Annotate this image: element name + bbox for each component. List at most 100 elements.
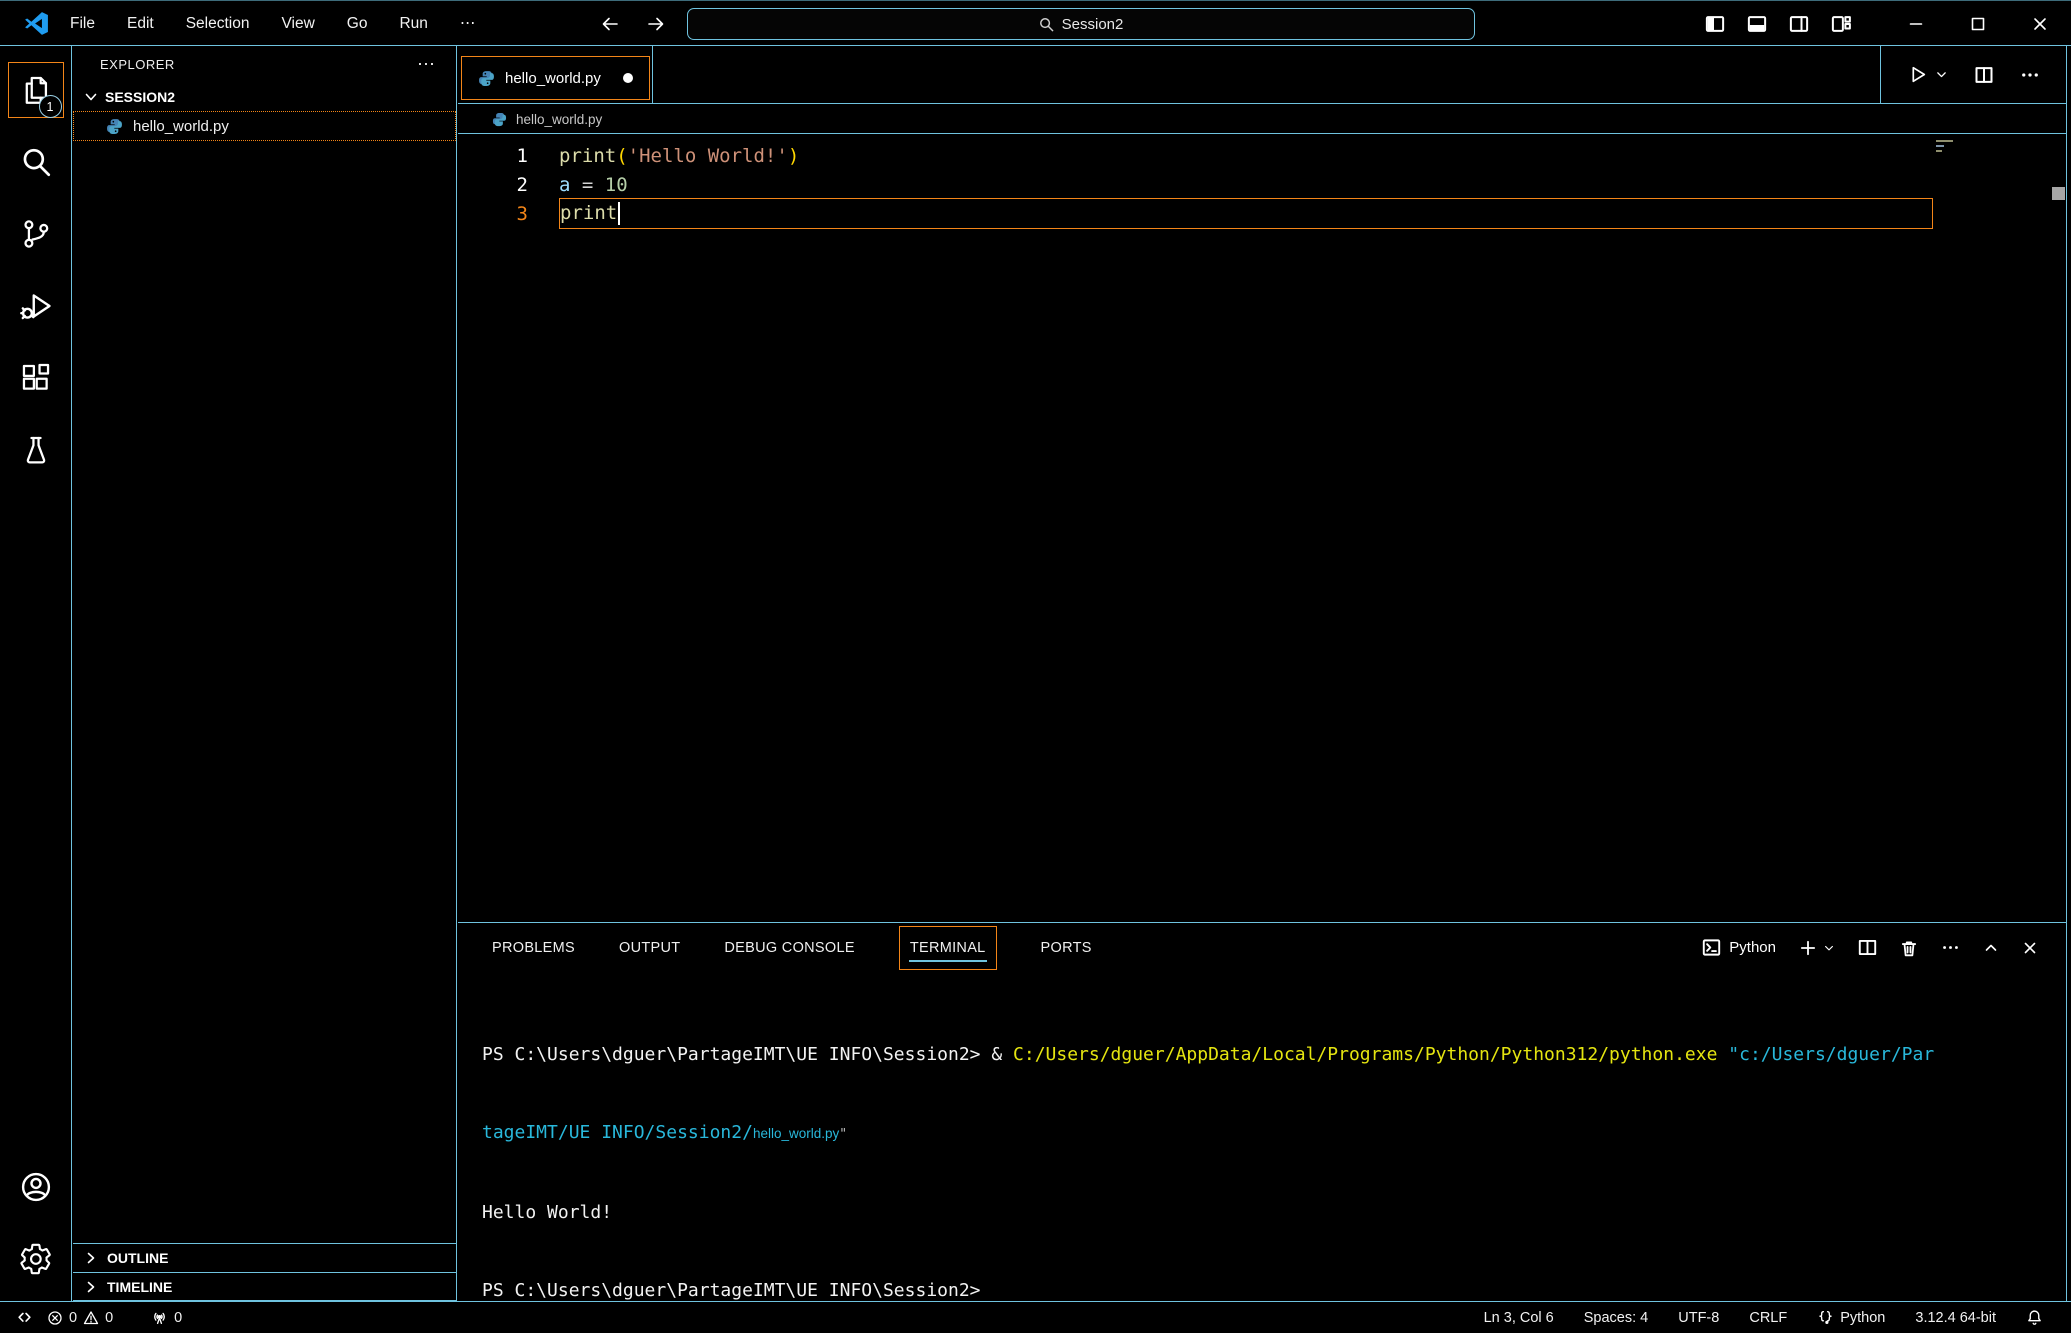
file-row-hello-world[interactable]: hello_world.py xyxy=(73,111,456,141)
code-text: a = 10 xyxy=(559,174,628,196)
forward-arrow-icon[interactable] xyxy=(646,14,666,34)
search-icon xyxy=(1039,17,1054,32)
text-segment: "c:/Users/dguer/Par xyxy=(1728,1044,1934,1065)
settings-button[interactable] xyxy=(8,1231,64,1287)
activity-search-button[interactable] xyxy=(8,134,64,190)
run-button[interactable] xyxy=(1907,64,1948,85)
code-line-3-current: 3 print xyxy=(458,199,2066,228)
toggle-panel-icon[interactable] xyxy=(1747,14,1767,34)
maximize-panel-icon[interactable] xyxy=(1983,940,1999,956)
modified-dot-icon[interactable] xyxy=(623,73,633,83)
cursor-position[interactable]: Ln 3, Col 6 xyxy=(1484,1310,1554,1326)
chevron-right-icon xyxy=(83,1279,99,1295)
toggle-secondary-sidebar-icon[interactable] xyxy=(1789,14,1809,34)
text-segment: ( xyxy=(616,145,627,167)
terminal-line: tageIMT/UE INFO/Session2/hello_world.py" xyxy=(482,1120,2066,1148)
explorer-header: EXPLORER ⋯ xyxy=(73,46,456,82)
tab-output[interactable]: OUTPUT xyxy=(619,923,680,972)
menu-file[interactable]: File xyxy=(70,15,95,33)
text-segment: PS C:\Users\dguer\PartageIMT\UE INFO\Ses… xyxy=(482,1280,981,1301)
shell-label-text: Python xyxy=(1729,939,1776,956)
title-bar: File Edit Selection View Go Run ⋯ Sessio… xyxy=(0,0,2071,46)
text-segment: print xyxy=(560,202,617,224)
problems-indicator[interactable]: 0 0 xyxy=(47,1310,113,1326)
activity-source-control-button[interactable] xyxy=(8,206,64,262)
activity-run-debug-button[interactable] xyxy=(8,278,64,334)
text-segment: 'Hello World!' xyxy=(628,145,788,167)
terminal-icon xyxy=(1702,938,1721,957)
tab-problems[interactable]: PROBLEMS xyxy=(492,923,575,972)
terminal-line: Hello World! xyxy=(482,1200,2066,1226)
panel-more-actions-icon[interactable] xyxy=(1941,938,1960,957)
language-label: Python xyxy=(1840,1310,1885,1326)
activity-testing-button[interactable] xyxy=(8,422,64,478)
command-center-search[interactable]: Session2 xyxy=(687,8,1475,40)
timeline-section-header[interactable]: TIMELINE xyxy=(73,1272,456,1301)
timeline-label: TIMELINE xyxy=(107,1279,172,1295)
notifications-bell-icon[interactable] xyxy=(2026,1309,2043,1326)
text-segment: PS C:\Users\dguer\PartageIMT\UE INFO\Ses… xyxy=(482,1044,1013,1065)
eol-setting[interactable]: CRLF xyxy=(1749,1310,1787,1326)
terminal-shell-selector[interactable]: Python xyxy=(1702,938,1776,957)
editor-actions xyxy=(1880,46,2066,103)
explorer-title: EXPLORER xyxy=(100,57,175,72)
bottom-panel: PROBLEMS OUTPUT DEBUG CONSOLE TERMINAL P… xyxy=(458,922,2066,1301)
close-panel-icon[interactable] xyxy=(2022,940,2038,956)
activity-extensions-button[interactable] xyxy=(8,350,64,406)
tab-terminal[interactable]: TERMINAL xyxy=(899,926,997,970)
python-file-icon xyxy=(478,70,495,87)
menu-view[interactable]: View xyxy=(281,15,314,33)
outline-label: OUTLINE xyxy=(107,1250,168,1266)
python-interpreter[interactable]: 3.12.4 64-bit xyxy=(1915,1310,1996,1326)
language-mode[interactable]: Python xyxy=(1817,1309,1885,1326)
indentation-setting[interactable]: Spaces: 4 xyxy=(1584,1310,1649,1326)
source-control-icon xyxy=(19,217,53,251)
folder-row-session2[interactable]: SESSION2 xyxy=(73,82,456,111)
menu-selection[interactable]: Selection xyxy=(186,15,250,33)
close-button[interactable] xyxy=(2009,1,2071,46)
back-arrow-icon[interactable] xyxy=(600,14,620,34)
menu-go[interactable]: Go xyxy=(347,15,368,33)
breadcrumb-item-file[interactable]: hello_world.py xyxy=(516,112,602,127)
kill-terminal-trash-icon[interactable] xyxy=(1900,939,1918,957)
explorer-sidebar: EXPLORER ⋯ SESSION2 hello_world.py OUTLI… xyxy=(73,46,457,1301)
activity-explorer-button[interactable]: 1 xyxy=(8,62,64,118)
text-segment: 10 xyxy=(605,174,628,196)
encoding-setting[interactable]: UTF-8 xyxy=(1678,1310,1719,1326)
editor-group: hello_world.py xyxy=(458,46,2067,1301)
split-terminal-icon[interactable] xyxy=(1858,938,1877,957)
error-count: 0 xyxy=(69,1310,77,1326)
more-actions-icon[interactable] xyxy=(2020,65,2040,85)
terminal-output[interactable]: PS C:\Users\dguer\PartageIMT\UE INFO\Ses… xyxy=(458,972,2066,1333)
text-cursor xyxy=(618,202,620,225)
tab-separator xyxy=(652,46,653,103)
menu-run[interactable]: Run xyxy=(399,15,427,33)
text-segment: hello_world.py xyxy=(753,1126,839,1141)
history-nav xyxy=(600,1,666,46)
forwarded-ports-indicator[interactable]: 0 xyxy=(151,1309,182,1326)
error-icon xyxy=(47,1310,63,1326)
minimap[interactable] xyxy=(1936,140,1958,152)
tab-ports[interactable]: PORTS xyxy=(1041,923,1092,972)
menu-more-icon[interactable]: ⋯ xyxy=(460,14,476,33)
remote-indicator[interactable] xyxy=(16,1309,33,1326)
tab-debug-console[interactable]: DEBUG CONSOLE xyxy=(724,923,854,972)
outline-section-header[interactable]: OUTLINE xyxy=(73,1243,456,1272)
tab-hello-world[interactable]: hello_world.py xyxy=(461,56,650,100)
vertical-scrollbar-thumb[interactable] xyxy=(2052,187,2065,200)
maximize-button[interactable] xyxy=(1947,1,2009,46)
menu-edit[interactable]: Edit xyxy=(127,15,154,33)
explorer-badge: 1 xyxy=(39,95,62,118)
code-editor[interactable]: 1 print('Hello World!') 2 a = 10 3 print xyxy=(458,135,2066,922)
tab-label: hello_world.py xyxy=(505,70,601,87)
split-editor-icon[interactable] xyxy=(1974,65,1994,85)
radio-tower-icon xyxy=(151,1309,168,1326)
line-number-active: 3 xyxy=(458,203,528,225)
explorer-more-actions-icon[interactable]: ⋯ xyxy=(417,54,436,75)
customize-layout-icon[interactable] xyxy=(1831,14,1851,34)
minimize-button[interactable] xyxy=(1885,1,1947,46)
new-terminal-button[interactable] xyxy=(1799,939,1835,957)
account-button[interactable] xyxy=(8,1159,64,1215)
title-bar-right xyxy=(1705,1,2071,46)
toggle-sidebar-icon[interactable] xyxy=(1705,14,1725,34)
